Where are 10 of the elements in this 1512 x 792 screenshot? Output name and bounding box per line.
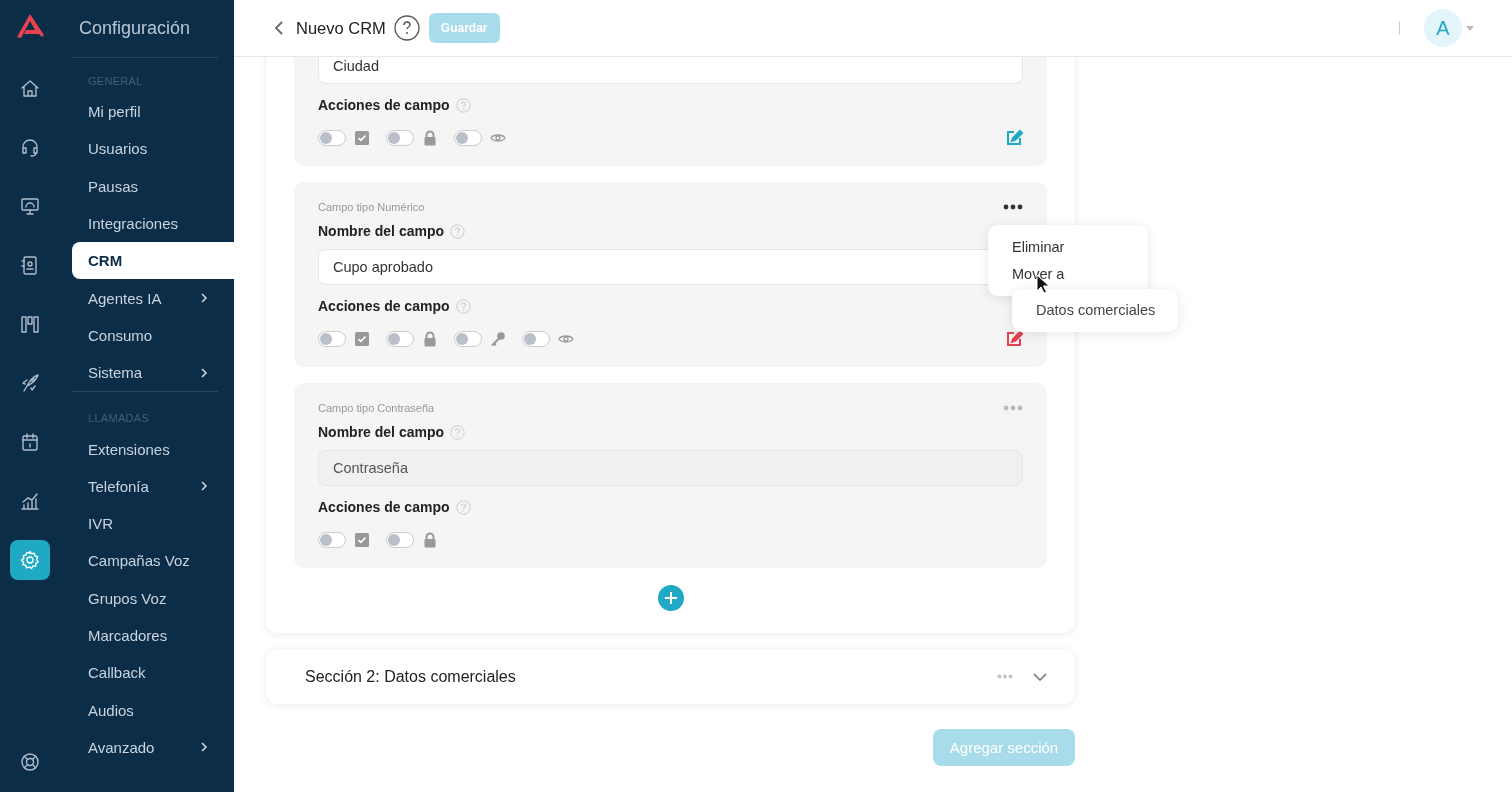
panel-title: Configuración: [72, 0, 218, 58]
field-type-label: Campo tipo Contraseña: [318, 402, 435, 414]
section-title: Sección 2: Datos comerciales: [305, 667, 517, 686]
field-label: Nombre del campo: [318, 223, 445, 239]
field-label: Acciones de campo: [318, 298, 450, 314]
field-label: Acciones de campo: [318, 97, 450, 113]
field-label: Nombre del campo: [318, 424, 445, 440]
field-type-label: Campo tipo Numérico: [318, 201, 425, 213]
field-label: Acciones de campo: [318, 499, 450, 515]
page-title: Nuevo CRM: [296, 18, 386, 38]
